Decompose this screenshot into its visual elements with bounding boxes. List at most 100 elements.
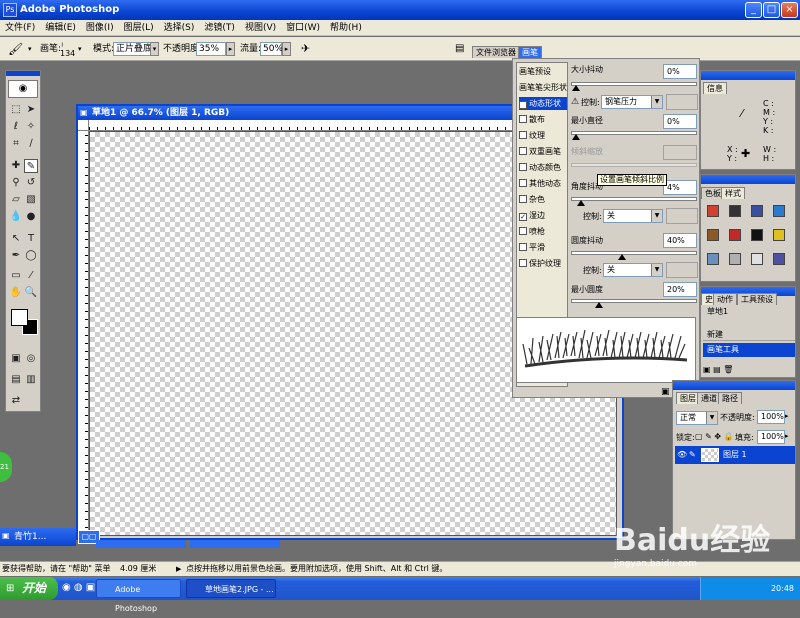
- eyedropper-icon[interactable]: ⁄: [24, 269, 38, 283]
- style-swatch[interactable]: [751, 253, 763, 265]
- menu-view[interactable]: 视图(V): [240, 20, 281, 36]
- menu-edit[interactable]: 编辑(E): [40, 20, 81, 36]
- min-roundness-knob[interactable]: [595, 302, 603, 308]
- hand-tool-icon[interactable]: ✋: [9, 286, 23, 300]
- marquee-tool-icon[interactable]: ⬚: [9, 103, 23, 117]
- checkbox[interactable]: ✓: [519, 213, 527, 221]
- style-swatch[interactable]: [707, 253, 719, 265]
- chevron-down-icon[interactable]: ▼: [651, 264, 662, 276]
- tab-info[interactable]: 信息: [703, 82, 727, 94]
- history-item-new[interactable]: 新建: [703, 328, 795, 341]
- control-select-2[interactable]: 关 ▼: [603, 209, 663, 223]
- palette-well-icon[interactable]: ▤: [455, 42, 464, 56]
- brush-tool-icon[interactable]: 🖌: [8, 42, 23, 56]
- min-diameter-knob[interactable]: [572, 134, 580, 140]
- new-brush-icon[interactable]: ▣: [661, 387, 670, 397]
- photoshop-eye-icon[interactable]: ◉: [8, 80, 38, 98]
- min-roundness-slider[interactable]: [571, 299, 697, 308]
- brush-tool-icon[interactable]: ✎: [24, 159, 38, 173]
- checkbox[interactable]: [519, 163, 527, 171]
- brush-setting-6[interactable]: 动态颜色: [519, 161, 567, 174]
- layer-row[interactable]: 👁 ✎ 图层 1: [675, 446, 795, 464]
- menu-window[interactable]: 窗口(W): [281, 20, 325, 36]
- quicklaunch-icons[interactable]: ◉ ◍ ▣: [62, 582, 95, 593]
- brush-setting-4[interactable]: 纹理: [519, 129, 567, 142]
- blend-mode-select[interactable]: 正常 ▼: [676, 411, 718, 425]
- chevron-right-icon[interactable]: ▸: [785, 432, 789, 440]
- tab-file-browser[interactable]: 文件浏览器: [472, 46, 520, 58]
- checkbox[interactable]: [519, 179, 527, 187]
- magic-wand-icon[interactable]: ✧: [24, 120, 38, 134]
- menu-layer[interactable]: 图层(L): [119, 20, 159, 36]
- opacity-input[interactable]: 35%: [196, 42, 226, 56]
- brush-setting-11[interactable]: 平滑: [519, 241, 567, 254]
- brush-setting-7[interactable]: 其他动态: [519, 177, 567, 190]
- chevron-down-icon[interactable]: ▾: [150, 42, 159, 56]
- eye-icon[interactable]: 👁: [677, 446, 687, 464]
- roundness-jitter-slider[interactable]: [571, 251, 697, 260]
- angle-jitter-slider[interactable]: [571, 197, 697, 206]
- checkbox[interactable]: [519, 147, 527, 155]
- close-button[interactable]: ×: [781, 2, 798, 18]
- healing-brush-icon[interactable]: ✚: [9, 159, 23, 173]
- menu-select[interactable]: 选择(S): [159, 20, 200, 36]
- chevron-down-icon[interactable]: ▼: [706, 412, 717, 424]
- tab-styles[interactable]: 样式: [721, 187, 745, 199]
- type-tool-icon[interactable]: T: [24, 232, 38, 246]
- brush-setting-12[interactable]: 保护纹理: [519, 257, 567, 270]
- jump-to-imageready-icon[interactable]: ⇄: [9, 394, 23, 408]
- zoom-tool-icon[interactable]: 🔍: [24, 286, 38, 300]
- quick-mask-icon[interactable]: ◎: [24, 352, 38, 366]
- style-swatch[interactable]: [729, 229, 741, 241]
- chevron-down-icon[interactable]: ▾: [28, 42, 32, 56]
- checkbox[interactable]: [519, 115, 527, 123]
- checkbox[interactable]: [519, 259, 527, 267]
- taskbar-photoshop[interactable]: Adobe Photoshop: [96, 579, 181, 613]
- minimized-document-2[interactable]: [96, 540, 186, 548]
- checkbox[interactable]: [519, 227, 527, 235]
- style-swatch[interactable]: [773, 253, 785, 265]
- angle-jitter-input[interactable]: 4%: [663, 180, 697, 195]
- lasso-tool-icon[interactable]: ℓ: [9, 120, 23, 134]
- standard-mode-icon[interactable]: ▣: [9, 352, 23, 366]
- history-snapshot[interactable]: 草地1: [703, 306, 795, 318]
- history-brush-icon[interactable]: ↺: [24, 176, 38, 190]
- chevron-right-icon[interactable]: ▸: [785, 412, 789, 420]
- brush-setting-8[interactable]: 杂色: [519, 193, 567, 206]
- chevron-right-icon[interactable]: ▸: [226, 42, 235, 56]
- screen-mode-full-icon[interactable]: ▥: [24, 373, 38, 387]
- dodge-tool-icon[interactable]: ●: [24, 210, 38, 224]
- min-roundness-input[interactable]: 20%: [663, 282, 697, 297]
- brush-setting-10[interactable]: 喷枪: [519, 225, 567, 238]
- tab-actions[interactable]: 动作: [713, 293, 737, 305]
- checkbox[interactable]: [519, 131, 527, 139]
- style-swatch[interactable]: [707, 205, 719, 217]
- tab-tool-presets[interactable]: 工具预设: [737, 293, 777, 305]
- history-item-brush[interactable]: 画笔工具: [703, 343, 795, 357]
- style-swatch[interactable]: [729, 253, 741, 265]
- chevron-down-icon[interactable]: ▼: [651, 210, 662, 222]
- move-tool-icon[interactable]: ➤: [24, 103, 38, 117]
- taskbar-image-viewer[interactable]: 草地画笔2.JPG - ...: [186, 579, 276, 598]
- brush-setting-5[interactable]: 双重画笔: [519, 145, 567, 158]
- style-swatch[interactable]: [773, 229, 785, 241]
- notes-tool-icon[interactable]: ▭: [9, 269, 23, 283]
- chevron-right-icon[interactable]: ▶: [176, 562, 181, 576]
- shape-tool-icon[interactable]: ◯: [24, 249, 38, 263]
- style-swatch[interactable]: [729, 205, 741, 217]
- brush-setting-0[interactable]: 画笔预设: [519, 65, 567, 78]
- stamp-tool-icon[interactable]: ⚲: [9, 176, 23, 190]
- menu-filter[interactable]: 滤镜(T): [199, 20, 240, 36]
- minimized-document-3[interactable]: [190, 540, 280, 548]
- layer-opacity-input[interactable]: 100%: [757, 410, 785, 424]
- eraser-tool-icon[interactable]: ▱: [9, 193, 23, 207]
- checkbox[interactable]: [519, 243, 527, 251]
- brush-setting-2[interactable]: ✓ 动态形状: [519, 97, 567, 110]
- vertical-ruler[interactable]: [78, 131, 89, 536]
- crop-tool-icon[interactable]: ⌗: [9, 137, 23, 151]
- menu-file[interactable]: 文件(F): [0, 20, 40, 36]
- maximize-button[interactable]: □: [763, 2, 780, 18]
- chevron-down-icon[interactable]: ▼: [651, 96, 662, 108]
- size-jitter-slider[interactable]: [571, 82, 697, 91]
- brush-size-value[interactable]: 134: [60, 48, 75, 59]
